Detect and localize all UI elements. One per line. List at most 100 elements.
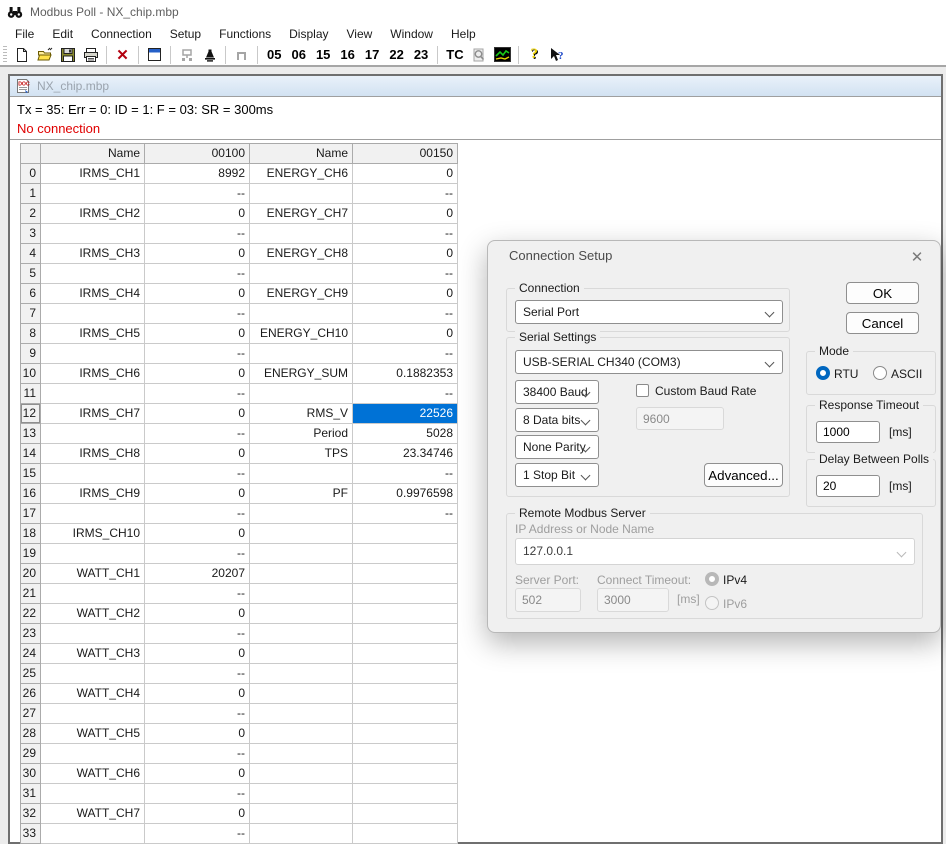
grid-cell[interactable] [41,224,145,244]
grid-cell[interactable] [353,724,458,744]
grid-cell[interactable]: WATT_CH2 [41,604,145,624]
grid-cell[interactable]: RMS_V [250,404,353,424]
grid-cell[interactable] [353,684,458,704]
grid-cell[interactable] [41,504,145,524]
grid-cell[interactable]: -- [145,424,250,444]
grid-row-header[interactable]: 10 [21,364,41,384]
grid-cell[interactable]: -- [145,504,250,524]
stop-bits-select[interactable]: 1 Stop Bit [515,463,599,487]
baud-rate-select[interactable]: 38400 Baud [515,380,599,404]
grid-row-header[interactable]: 8 [21,324,41,344]
grid-cell[interactable]: -- [353,464,458,484]
grid-cell[interactable] [250,784,353,804]
grid-cell[interactable]: ENERGY_CH7 [250,204,353,224]
menu-file[interactable]: File [6,25,43,43]
grid-cell[interactable]: IRMS_CH8 [41,444,145,464]
grid-row-header[interactable]: 4 [21,244,41,264]
grid-row-header[interactable]: 33 [21,824,41,844]
grid-cell[interactable]: -- [145,744,250,764]
grid-cell[interactable]: ENERGY_CH9 [250,284,353,304]
grid-row-header[interactable]: 29 [21,744,41,764]
grid-cell[interactable] [250,704,353,724]
parity-select[interactable]: None Parity [515,435,599,459]
function-05-button[interactable]: 05 [262,47,286,62]
grid-cell[interactable] [250,644,353,664]
menu-functions[interactable]: Functions [210,25,280,43]
grid-column-header[interactable]: Name [41,144,145,164]
grid-cell[interactable]: -- [145,544,250,564]
custom-baud-input[interactable] [636,407,724,430]
grid-cell[interactable] [41,624,145,644]
grid-cell[interactable] [250,564,353,584]
grid-row-header[interactable]: 15 [21,464,41,484]
grid-cell[interactable] [353,764,458,784]
grid-cell[interactable] [41,464,145,484]
grid-row-header[interactable]: 22 [21,604,41,624]
grid-column-header[interactable]: 00150 [353,144,458,164]
grid-cell[interactable]: 20207 [145,564,250,584]
grid-cell[interactable]: -- [145,824,250,844]
grid-row-header[interactable]: 30 [21,764,41,784]
single-poll-button-disabled[interactable] [230,45,253,65]
grid-cell[interactable] [41,704,145,724]
help-button[interactable]: ? [523,45,546,65]
grid-cell[interactable]: -- [353,384,458,404]
connect-timeout-input[interactable] [597,588,669,612]
grid-cell[interactable] [250,184,353,204]
serial-port-select[interactable]: USB-SERIAL CH340 (COM3) [515,350,783,374]
grid-row-header[interactable]: 16 [21,484,41,504]
grid-cell[interactable]: WATT_CH7 [41,804,145,824]
rtu-radio[interactable] [816,366,830,380]
grid-row-header[interactable]: 20 [21,564,41,584]
grid-cell[interactable]: 22526 [353,404,458,424]
grid-cell[interactable] [353,804,458,824]
grid-cell[interactable]: IRMS_CH7 [41,404,145,424]
grid-cell[interactable]: 23.34746 [353,444,458,464]
grid-cell[interactable]: 0 [353,284,458,304]
read-write-definition-button[interactable] [198,45,221,65]
grid-cell[interactable]: WATT_CH1 [41,564,145,584]
grid-row-header[interactable]: 14 [21,444,41,464]
grid-cell[interactable] [250,224,353,244]
grid-cell[interactable] [41,264,145,284]
grid-cell[interactable] [250,664,353,684]
grid-cell[interactable]: ENERGY_CH6 [250,164,353,184]
communication-traffic-button[interactable] [491,45,514,65]
grid-cell[interactable] [250,804,353,824]
grid-cell[interactable]: 0 [145,324,250,344]
grid-cell[interactable]: ENERGY_CH8 [250,244,353,264]
grid-row-header[interactable]: 19 [21,544,41,564]
grid-cell[interactable]: IRMS_CH4 [41,284,145,304]
grid-cell[interactable]: IRMS_CH2 [41,204,145,224]
grid-cell[interactable] [250,744,353,764]
context-help-button[interactable]: ? [546,45,569,65]
grid-cell[interactable] [41,824,145,844]
grid-cell[interactable]: TPS [250,444,353,464]
grid-cell[interactable]: -- [145,184,250,204]
grid-cell[interactable] [250,524,353,544]
grid-cell[interactable] [250,604,353,624]
test-center-doc-button[interactable] [468,45,491,65]
grid-cell[interactable]: -- [353,344,458,364]
menu-window[interactable]: Window [381,25,442,43]
grid-row-header[interactable]: 6 [21,284,41,304]
ok-button[interactable]: OK [846,282,919,304]
grid-cell[interactable]: 0 [145,444,250,464]
grid-cell[interactable]: -- [145,704,250,724]
grid-cell[interactable] [41,424,145,444]
grid-cell[interactable] [250,344,353,364]
test-center-button[interactable]: TC [442,47,467,62]
function-17-button[interactable]: 17 [360,47,384,62]
grid-cell[interactable]: WATT_CH3 [41,644,145,664]
grid-cell[interactable]: IRMS_CH1 [41,164,145,184]
grid-cell[interactable] [353,524,458,544]
grid-cell[interactable]: IRMS_CH6 [41,364,145,384]
grid-cell[interactable]: -- [145,384,250,404]
grid-cell[interactable] [250,544,353,564]
grid-cell[interactable] [250,764,353,784]
grid-column-header[interactable]: 00100 [145,144,250,164]
grid-cell[interactable]: 0 [145,524,250,544]
grid-cell[interactable]: -- [145,624,250,644]
grid-cell[interactable] [250,584,353,604]
grid-cell[interactable]: -- [145,664,250,684]
